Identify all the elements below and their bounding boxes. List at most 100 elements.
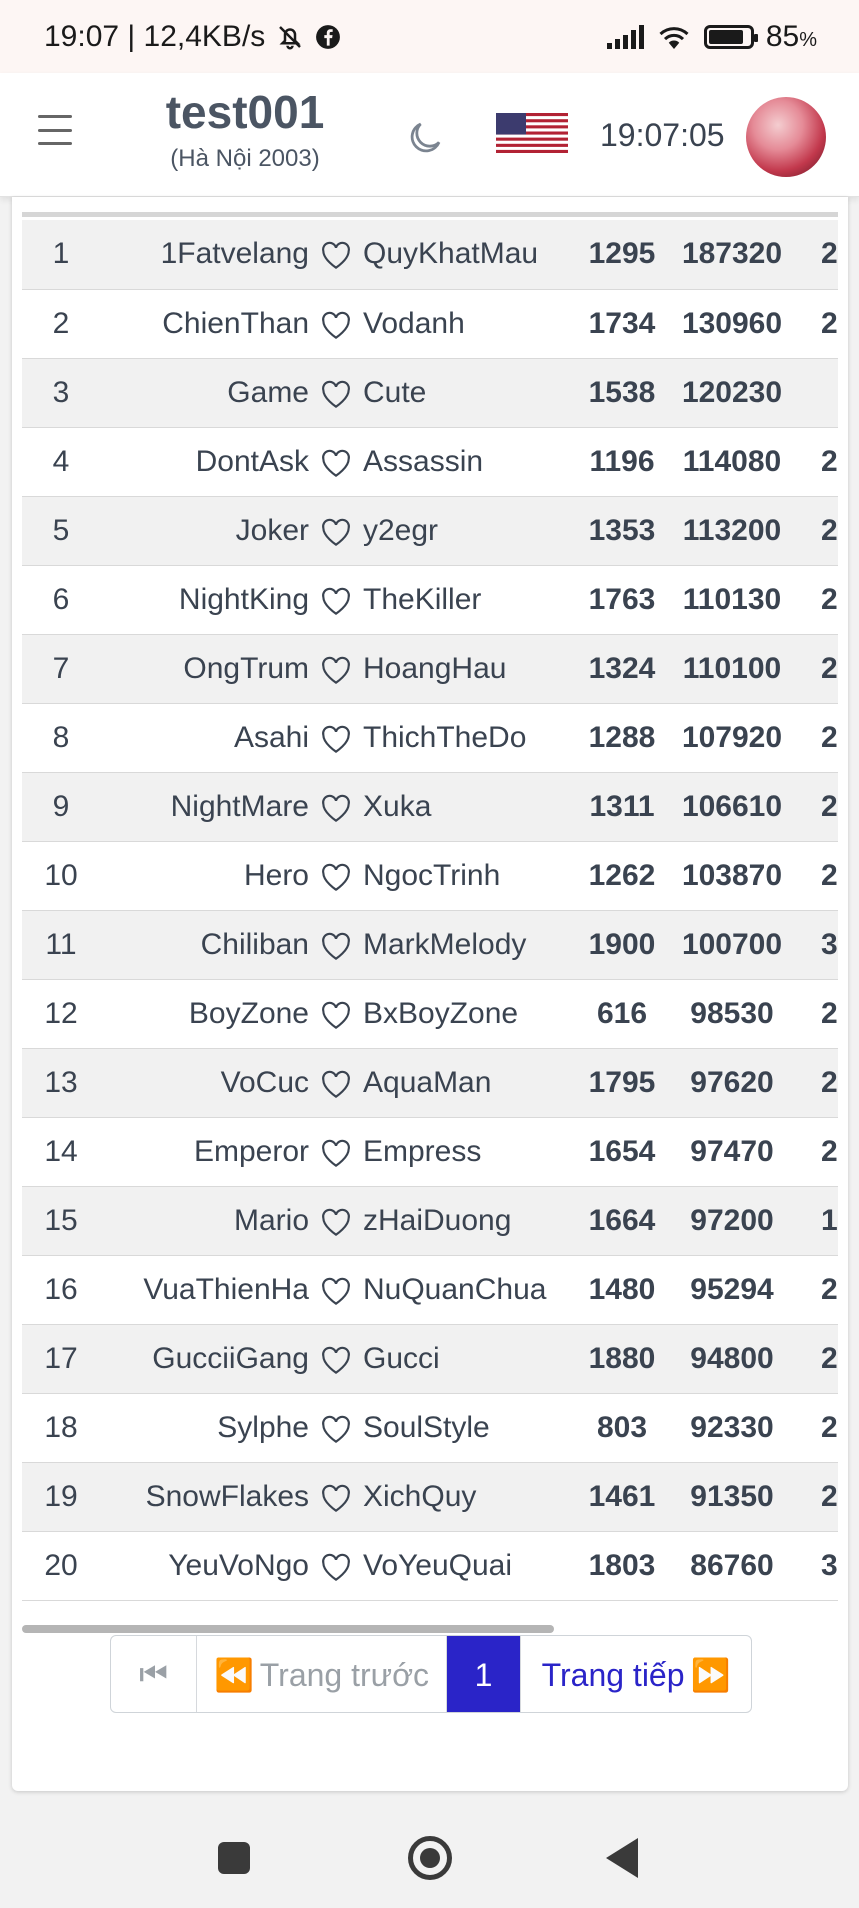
score-cell: 1295 xyxy=(588,237,656,271)
points-cell: 110100 xyxy=(682,651,782,685)
player-two-cell: HoangHau xyxy=(363,651,507,685)
points-cell: 98530 xyxy=(690,996,774,1030)
table-scroll-area[interactable]: 1 1Fatvelang QuyKhatMau 1295 187320 2 2 ChienTh… xyxy=(22,215,838,1625)
brand[interactable]: test001 (Hà Nội 2003) xyxy=(120,85,370,173)
player-two-cell: TheKiller xyxy=(363,582,482,616)
heart-icon xyxy=(315,1393,357,1462)
menu-icon[interactable] xyxy=(38,115,72,145)
heart-icon xyxy=(315,979,357,1048)
extra-cell: 1 xyxy=(821,1203,838,1237)
points-cell: 97470 xyxy=(690,1134,774,1168)
table-row: 4 DontAsk Assassin 1196 114080 2 xyxy=(22,427,838,496)
player-two-cell: zHaiDuong xyxy=(363,1203,512,1237)
table-row: 10 Hero NgocTrinh 1262 103870 2 xyxy=(22,841,838,910)
us-flag-icon[interactable] xyxy=(496,113,568,153)
points-cell: 95294 xyxy=(690,1272,774,1306)
extra-cell: 2 xyxy=(821,1479,838,1513)
extra-cell: 2 xyxy=(821,789,838,823)
player-one-cell: Game xyxy=(227,375,309,409)
player-two-cell: AquaMan xyxy=(363,1065,492,1099)
heart-icon xyxy=(315,634,357,703)
player-one-cell: VoCuc xyxy=(220,1065,309,1099)
player-two-cell: VoYeuQuai xyxy=(363,1548,513,1582)
score-cell: 1538 xyxy=(588,375,656,409)
extra-cell: 2 xyxy=(821,444,838,478)
score-cell: 1654 xyxy=(588,1134,656,1168)
back-icon[interactable] xyxy=(606,1838,638,1878)
score-cell: 1461 xyxy=(588,1479,656,1513)
avatar[interactable] xyxy=(746,97,826,177)
player-one-cell: Asahi xyxy=(233,720,309,754)
table-row: 20 YeuVoNgo VoYeuQuai 1803 86760 3 xyxy=(22,1531,838,1600)
rank-cell: 16 xyxy=(44,1272,78,1306)
points-cell: 92330 xyxy=(690,1410,774,1444)
player-one-cell: NightKing xyxy=(178,582,309,616)
rank-cell: 5 xyxy=(52,513,70,547)
score-cell: 1763 xyxy=(588,582,656,616)
current-page-label: 1 xyxy=(474,1656,493,1693)
current-page-button[interactable]: 1 xyxy=(447,1636,521,1712)
rank-cell: 3 xyxy=(52,375,70,409)
moon-icon[interactable] xyxy=(404,117,446,159)
horizontal-scrollbar[interactable] xyxy=(22,1625,554,1633)
table-row: 15 Mario zHaiDuong 1664 97200 1 xyxy=(22,1186,838,1255)
score-cell: 1288 xyxy=(588,720,656,754)
player-two-cell: ThichTheDo xyxy=(363,720,527,754)
points-cell: 94800 xyxy=(690,1341,774,1375)
player-one-cell: Joker xyxy=(235,513,309,547)
rank-cell: 17 xyxy=(44,1341,78,1375)
battery-level xyxy=(708,29,743,44)
heart-icon xyxy=(315,1324,357,1393)
extra-cell: 2 xyxy=(821,651,838,685)
rank-cell: 18 xyxy=(44,1410,78,1444)
points-cell: 103870 xyxy=(681,858,783,892)
rank-cell: 10 xyxy=(44,858,78,892)
heart-icon xyxy=(315,1255,357,1324)
wifi-icon xyxy=(659,26,689,49)
table-row: 6 NightKing TheKiller 1763 110130 2 xyxy=(22,565,838,634)
extra-cell: 2 xyxy=(821,1065,838,1099)
extra-cell: 2 xyxy=(821,306,838,340)
extra-cell: 2 xyxy=(821,1341,838,1375)
table-row: 17 GucciiGang Gucci 1880 94800 2 xyxy=(22,1324,838,1393)
player-one-cell: OngTrum xyxy=(183,651,309,685)
prev-page-button[interactable]: ⏪ Trang trước xyxy=(197,1636,447,1712)
player-two-cell: NgocTrinh xyxy=(363,858,501,892)
clock: 19:07:05 xyxy=(600,117,725,153)
table-row: 18 Sylphe SoulStyle 803 92330 2 xyxy=(22,1393,838,1462)
extra-cell: 2 xyxy=(821,237,838,271)
points-cell: 110130 xyxy=(682,582,782,616)
score-cell: 1480 xyxy=(588,1272,656,1306)
heart-icon xyxy=(315,220,357,289)
heart-icon xyxy=(315,841,357,910)
heart-icon xyxy=(315,1462,357,1531)
heart-icon xyxy=(315,1117,357,1186)
table-row: 14 Emperor Empress 1654 97470 2 xyxy=(22,1117,838,1186)
table-row: 5 Joker y2egr 1353 113200 2 xyxy=(22,496,838,565)
table-row: 19 SnowFlakes XichQuy 1461 91350 2 xyxy=(22,1462,838,1531)
player-two-cell: QuyKhatMau xyxy=(363,237,539,271)
player-two-cell: NuQuanChua xyxy=(363,1272,547,1306)
extra-cell: 2 xyxy=(821,858,838,892)
status-left: 19:07 | 12,4KB/s xyxy=(44,20,341,54)
home-icon[interactable] xyxy=(408,1836,452,1880)
bell-off-icon xyxy=(279,25,302,49)
table-row: 13 VoCuc AquaMan 1795 97620 2 xyxy=(22,1048,838,1117)
player-two-cell: BxBoyZone xyxy=(363,996,519,1030)
status-right: 85% xyxy=(606,20,817,54)
rank-cell: 20 xyxy=(44,1548,78,1582)
points-cell: 100700 xyxy=(681,927,783,961)
heart-icon xyxy=(315,1186,357,1255)
fast-forward-icon: ⏩ xyxy=(690,1657,731,1693)
first-page-button[interactable]: ⏮ xyxy=(111,1636,197,1712)
battery-icon xyxy=(703,24,758,49)
next-page-label: Trang tiếp xyxy=(541,1656,685,1693)
score-cell: 1353 xyxy=(588,513,656,547)
rank-cell: 9 xyxy=(52,789,70,823)
player-one-cell: Chiliban xyxy=(200,927,309,961)
player-one-cell: Sylphe xyxy=(217,1410,309,1444)
points-cell: 107920 xyxy=(681,720,783,754)
next-page-button[interactable]: Trang tiếp ⏩ xyxy=(521,1636,751,1712)
player-one-cell: GucciiGang xyxy=(152,1341,309,1375)
recents-icon[interactable] xyxy=(218,1842,250,1874)
